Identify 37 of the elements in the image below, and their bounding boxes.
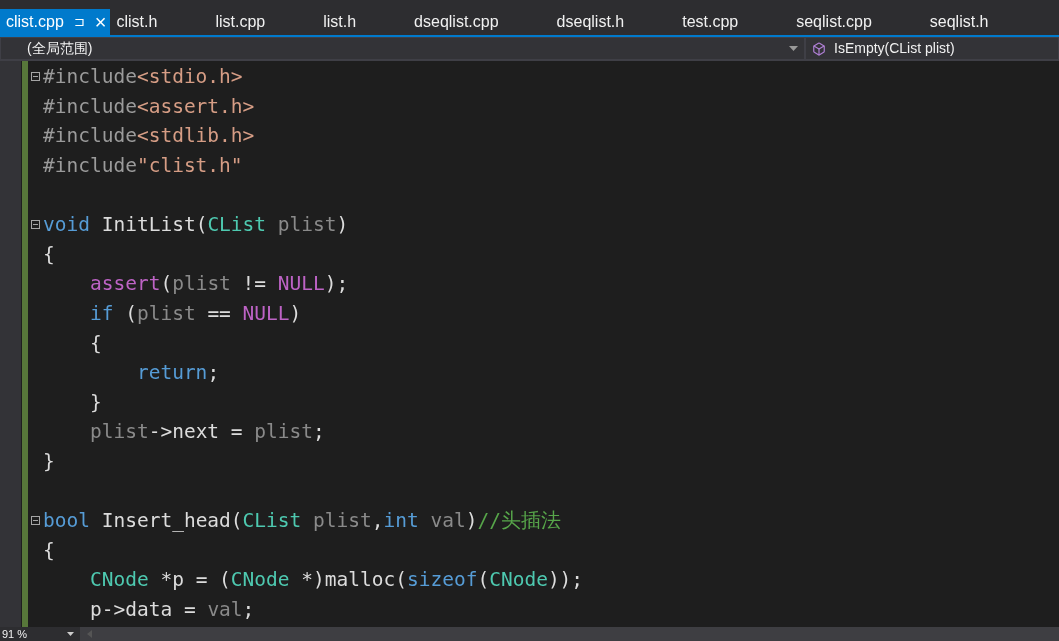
file-tab[interactable]: list.cpp — [209, 9, 318, 35]
code-line: p->data = val; — [88, 596, 255, 623]
code-line: } — [43, 448, 55, 475]
code-line: void InitList(CList plist) — [43, 212, 349, 239]
code-line: #include<assert.h> — [43, 93, 255, 120]
member-dropdown[interactable]: IsEmpty(CList plist) — [805, 37, 1059, 60]
file-tab[interactable]: test.cpp — [676, 9, 791, 35]
close-icon[interactable]: × — [94, 12, 107, 32]
method-cube-icon — [812, 41, 826, 56]
code-line: #include"clist.h" — [43, 152, 243, 179]
file-tab[interactable]: dseqlist.cpp — [408, 9, 551, 35]
collapse-icon[interactable] — [31, 72, 40, 82]
pin-icon[interactable]: ⊐ — [73, 12, 85, 32]
file-tab[interactable]: clist.h — [110, 9, 210, 35]
collapse-icon[interactable] — [31, 516, 40, 526]
code-line: CNode *p = (CNode *)malloc(sizeof(CNode)); — [88, 567, 584, 594]
caret-icon — [67, 632, 74, 636]
code-line: plist->next = plist; — [88, 419, 325, 446]
code-line: bool Insert_head(CList plist,int val)//头插法 — [43, 508, 561, 535]
code-line: return; — [135, 360, 220, 387]
code-line: #include<stdio.h> — [43, 64, 243, 91]
file-tab[interactable]: clist.cpp ⊐ × — [0, 9, 111, 35]
file-tab[interactable]: list.h — [317, 9, 409, 35]
file-tab[interactable]: seqlist.cpp — [790, 9, 924, 35]
code-line: { — [43, 537, 55, 564]
code-line: #include<stdlib.h> — [43, 123, 255, 150]
code-line: assert(plist != NULL); — [88, 271, 349, 298]
code-line: } — [88, 389, 102, 416]
file-tab[interactable]: seqlist.h — [923, 9, 1041, 35]
file-tab[interactable]: dseqlist.h — [550, 9, 677, 35]
caret-icon — [789, 46, 798, 51]
code-line: { — [43, 241, 55, 268]
zoom-dropdown[interactable]: 91 % — [0, 627, 80, 641]
code-line: if (plist == NULL) — [88, 300, 302, 327]
collapse-icon[interactable] — [31, 220, 40, 230]
code-line: { — [88, 330, 102, 357]
scope-dropdown[interactable]: (全局范围) — [0, 37, 805, 60]
